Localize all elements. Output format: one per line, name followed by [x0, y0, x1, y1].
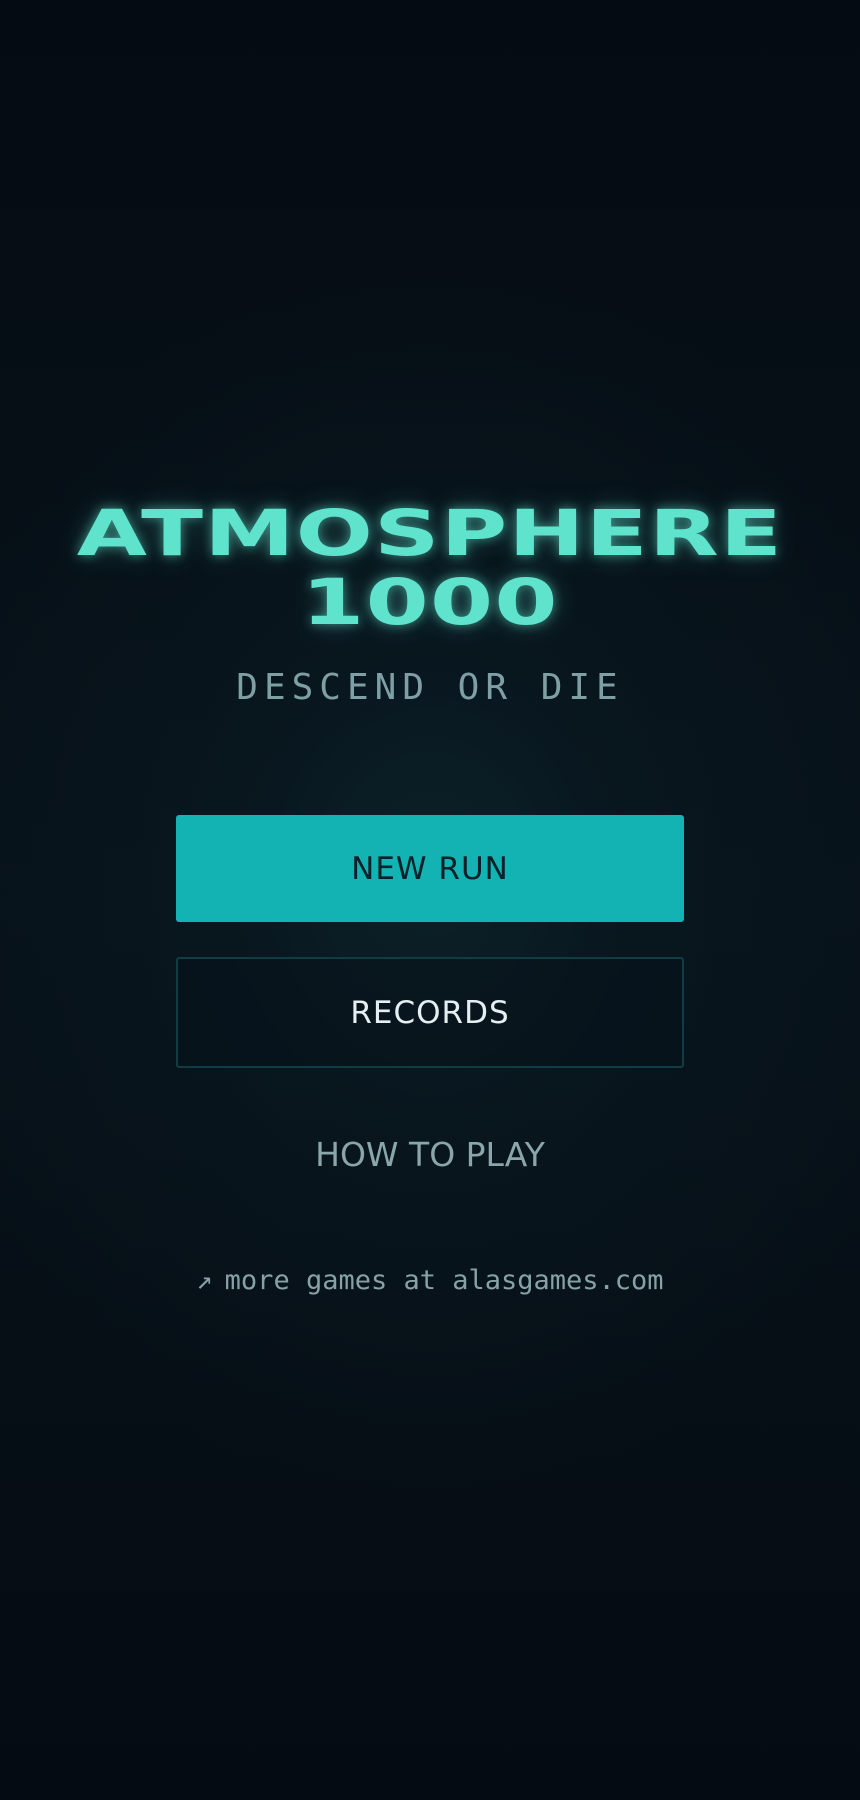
new-run-button-label: NEW RUN: [351, 850, 509, 887]
how-to-play-link[interactable]: HOW TO PLAY: [0, 1133, 860, 1177]
new-run-button[interactable]: NEW RUN: [176, 815, 684, 922]
more-games-text: more games at alasgames.com: [224, 1265, 664, 1296]
game-title: ATMOSPHERE: [76, 496, 784, 570]
records-button-label: RECORDS: [350, 994, 510, 1031]
game-title-number: 1000: [301, 565, 559, 639]
tagline: DESCEND OR DIE: [236, 667, 624, 708]
arrow-up-right-icon: ↗: [196, 1265, 213, 1296]
more-games-link[interactable]: ↗ more games at alasgames.com: [0, 1262, 860, 1300]
records-button[interactable]: RECORDS: [176, 957, 684, 1068]
